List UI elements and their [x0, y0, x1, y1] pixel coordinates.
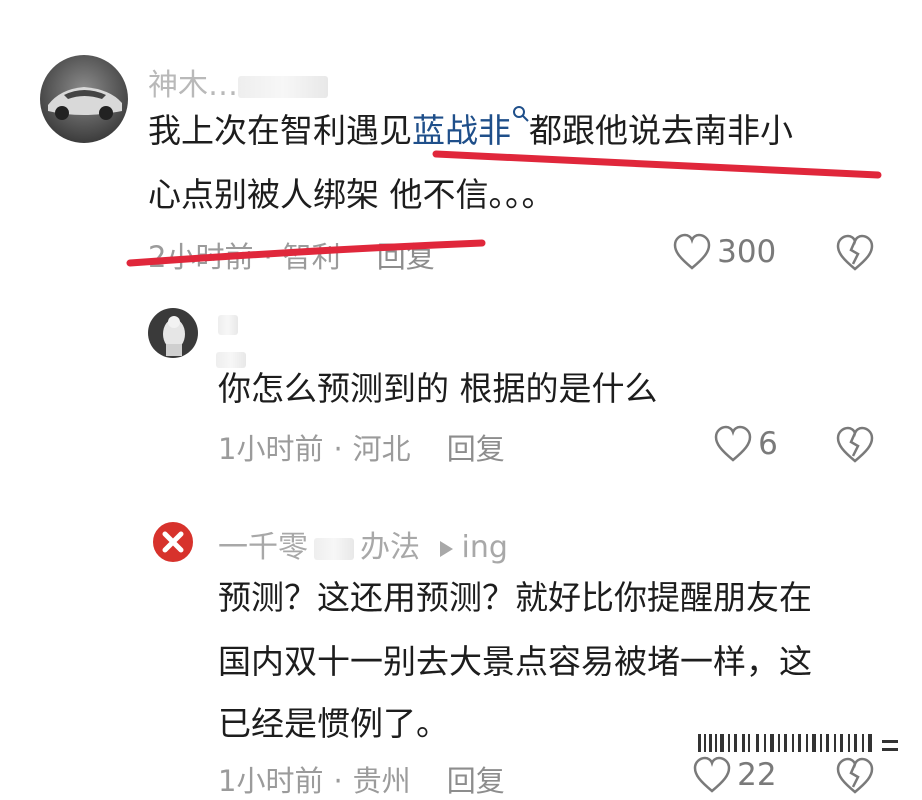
- like-count: 22: [737, 757, 777, 793]
- like-button[interactable]: 300: [672, 233, 776, 271]
- heart-outline-icon: [714, 425, 752, 462]
- like-count: 300: [717, 234, 777, 270]
- search-icon[interactable]: [511, 99, 529, 129]
- error-x-svg: [151, 520, 195, 564]
- heart-outline-icon: [673, 233, 711, 270]
- dislike-button[interactable]: [835, 426, 875, 468]
- broken-heart-icon: [836, 426, 874, 463]
- comment-location: 智利: [282, 240, 341, 274]
- reply-meta: 1小时前 · 河北 回复: [218, 432, 505, 466]
- reply-text: 你怎么预测到的 根据的是什么: [218, 369, 658, 408]
- reply-time: 1小时前: [218, 764, 324, 798]
- avatar-user[interactable]: [148, 308, 198, 358]
- comment-text-part: 我上次在智利遇见: [148, 111, 412, 150]
- comment-text-part: 都跟他说去南非小: [529, 111, 793, 150]
- like-count: 6: [758, 426, 778, 462]
- like-button[interactable]: 6: [713, 425, 778, 463]
- blurred-username[interactable]: [218, 315, 238, 339]
- dislike-button[interactable]: [835, 757, 875, 799]
- comment-time: 2小时前: [148, 240, 254, 274]
- dislike-button[interactable]: [835, 234, 875, 276]
- broken-heart-icon: [836, 757, 874, 794]
- avatar-car[interactable]: [40, 55, 128, 143]
- reply-time: 1小时前: [218, 432, 324, 466]
- reply-button[interactable]: 回复: [377, 240, 435, 274]
- broken-heart-icon: [836, 234, 874, 271]
- error-x-icon[interactable]: [150, 519, 196, 565]
- comment-text-line2: 心点别被人绑架 他不信。。。: [148, 175, 555, 214]
- search-link[interactable]: 蓝战非: [412, 111, 511, 150]
- user-avatar-image: [148, 308, 198, 358]
- reply-text-line3: 已经是惯例了。: [218, 704, 449, 743]
- reply-to-username[interactable]: ing: [462, 530, 508, 565]
- heart-outline-icon: [693, 756, 731, 793]
- comment-username[interactable]: 神木…: [148, 60, 328, 104]
- like-button[interactable]: 22: [692, 756, 777, 794]
- reply-button[interactable]: 回复: [447, 764, 505, 798]
- reply-location: 贵州: [352, 764, 411, 798]
- play-triangle-icon: [439, 540, 453, 557]
- reply-location: 河北: [352, 432, 411, 466]
- reply-username[interactable]: 一千零 办法 ing: [218, 522, 508, 566]
- comment-meta: 2小时前 · 智利 回复: [148, 240, 435, 274]
- reply-text-line1: 预测？这还用预测？就好比你提醒朋友在: [218, 578, 812, 617]
- car-avatar-image: [40, 55, 128, 143]
- reply-meta: 1小时前 · 贵州 回复: [218, 764, 505, 798]
- comment-text: 我上次在智利遇见蓝战非 都跟他说去南非小: [148, 99, 793, 163]
- watermark-barcode: [698, 734, 898, 752]
- username-blur: [218, 315, 238, 335]
- reply-text-line2: 国内双十一别去大景点容易被堵一样，这: [218, 642, 812, 681]
- watermark: [698, 732, 904, 758]
- reply-button[interactable]: 回复: [447, 432, 505, 466]
